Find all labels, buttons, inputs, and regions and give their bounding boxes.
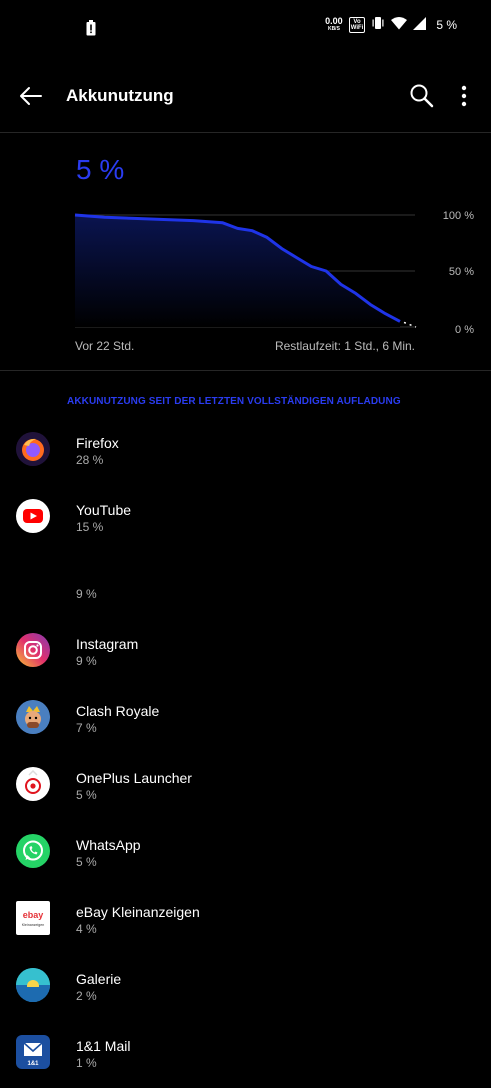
- network-speed-value: 0.00: [325, 15, 343, 26]
- page-title: Akkunutzung: [66, 86, 174, 105]
- list-item[interactable]: 1&1 1&1 Mail 1 %: [0, 1021, 491, 1088]
- oneplus-launcher-icon: [16, 767, 50, 801]
- app-percent: 7 %: [76, 721, 97, 735]
- chart-start-label: Vor 22 Std.: [75, 339, 135, 353]
- app-name: Clash Royale: [76, 703, 160, 719]
- app-name: YouTube: [76, 502, 132, 518]
- y-tick-0: 0 %: [455, 324, 474, 336]
- list-item[interactable]: ebay Kleinanzeigen eBay Kleinanzeigen 4 …: [0, 887, 491, 954]
- list-item[interactable]: Firefox 28 %: [0, 418, 491, 485]
- app-name: eBay Kleinanzeigen: [76, 904, 200, 920]
- list-item[interactable]: WhatsApp 5 %: [0, 820, 491, 887]
- list-item[interactable]: Clash Royale 7 %: [0, 686, 491, 753]
- mail-1und1-icon: 1&1: [16, 1035, 50, 1069]
- youtube-icon: [16, 499, 50, 533]
- wifi-icon: [391, 16, 408, 33]
- app-percent: 4 %: [76, 922, 97, 936]
- app-percent: 5 %: [76, 855, 97, 869]
- app-name: Instagram: [76, 636, 139, 652]
- vowifi-line2: WiFi: [350, 24, 364, 31]
- app-name: OnePlus Launcher: [76, 770, 192, 786]
- app-bar: Akkunutzung: [0, 60, 491, 132]
- list-item[interactable]: YouTube 15 %: [0, 485, 491, 552]
- section-header: AKKUNUTZUNG SEIT DER LETZTEN VOLLSTÄNDIG…: [67, 396, 401, 407]
- list-item[interactable]: Galerie 2 %: [0, 954, 491, 1021]
- app-name: Galerie: [76, 971, 122, 987]
- battery-chart: 100 % 50 % 0 %: [74, 210, 474, 336]
- network-speed: 0.00 KB/S: [325, 15, 343, 33]
- clash-royale-icon: [16, 700, 50, 734]
- arrow-left-icon: [20, 87, 42, 105]
- app-percent: 2 %: [76, 989, 97, 1003]
- signal-icon: [413, 16, 427, 33]
- y-tick-100: 100 %: [443, 210, 474, 222]
- app-usage-list: Firefox 28 % YouTube 15 % 9 % Instagram …: [0, 418, 491, 1088]
- instagram-icon: [16, 633, 50, 667]
- app-name: 1&1 Mail: [76, 1038, 131, 1054]
- ebay-logo-text: ebay: [23, 910, 44, 920]
- search-button[interactable]: [408, 82, 436, 110]
- y-tick-50: 50 %: [449, 266, 474, 278]
- chart-divider: [0, 370, 491, 371]
- ebay-kleinanzeigen-icon: ebay Kleinanzeigen: [16, 901, 50, 935]
- app-percent: 28 %: [76, 453, 104, 467]
- mail-logo-text: 1&1: [27, 1061, 39, 1067]
- network-speed-unit: KB/S: [327, 25, 340, 32]
- ebay-logo-subtext: Kleinanzeigen: [22, 923, 45, 927]
- galerie-icon: [16, 968, 50, 1002]
- battery-level: 5 %: [76, 154, 125, 185]
- app-name: Firefox: [76, 435, 119, 451]
- status-bar: 0.00 KB/S Vo WiFi 5 %: [0, 0, 491, 56]
- status-battery-percent: 5 %: [436, 17, 457, 32]
- app-percent: 1 %: [76, 1056, 97, 1070]
- whatsapp-icon: [16, 834, 50, 868]
- back-button[interactable]: [18, 84, 44, 108]
- app-percent: 15 %: [76, 520, 104, 534]
- search-icon: [410, 84, 434, 108]
- battery-alert-icon: [86, 20, 96, 41]
- chart-remaining-label: Restlaufzeit: 1 Std., 6 Min.: [274, 339, 415, 353]
- vibrate-icon: [371, 16, 385, 33]
- list-item[interactable]: OnePlus Launcher 5 %: [0, 753, 491, 820]
- firefox-icon: [16, 432, 50, 466]
- app-name: WhatsApp: [76, 837, 141, 853]
- battery-projection: [403, 321, 417, 328]
- more-options-button[interactable]: [454, 82, 474, 110]
- list-item[interactable]: Instagram 9 %: [0, 619, 491, 686]
- app-percent: 9 %: [76, 654, 97, 668]
- header-divider: [0, 132, 491, 133]
- vowifi-icon: Vo WiFi: [348, 16, 366, 33]
- app-percent: 9 %: [76, 587, 97, 601]
- app-percent: 5 %: [76, 788, 97, 802]
- list-item[interactable]: 9 %: [0, 552, 491, 619]
- more-vertical-icon: [461, 85, 467, 107]
